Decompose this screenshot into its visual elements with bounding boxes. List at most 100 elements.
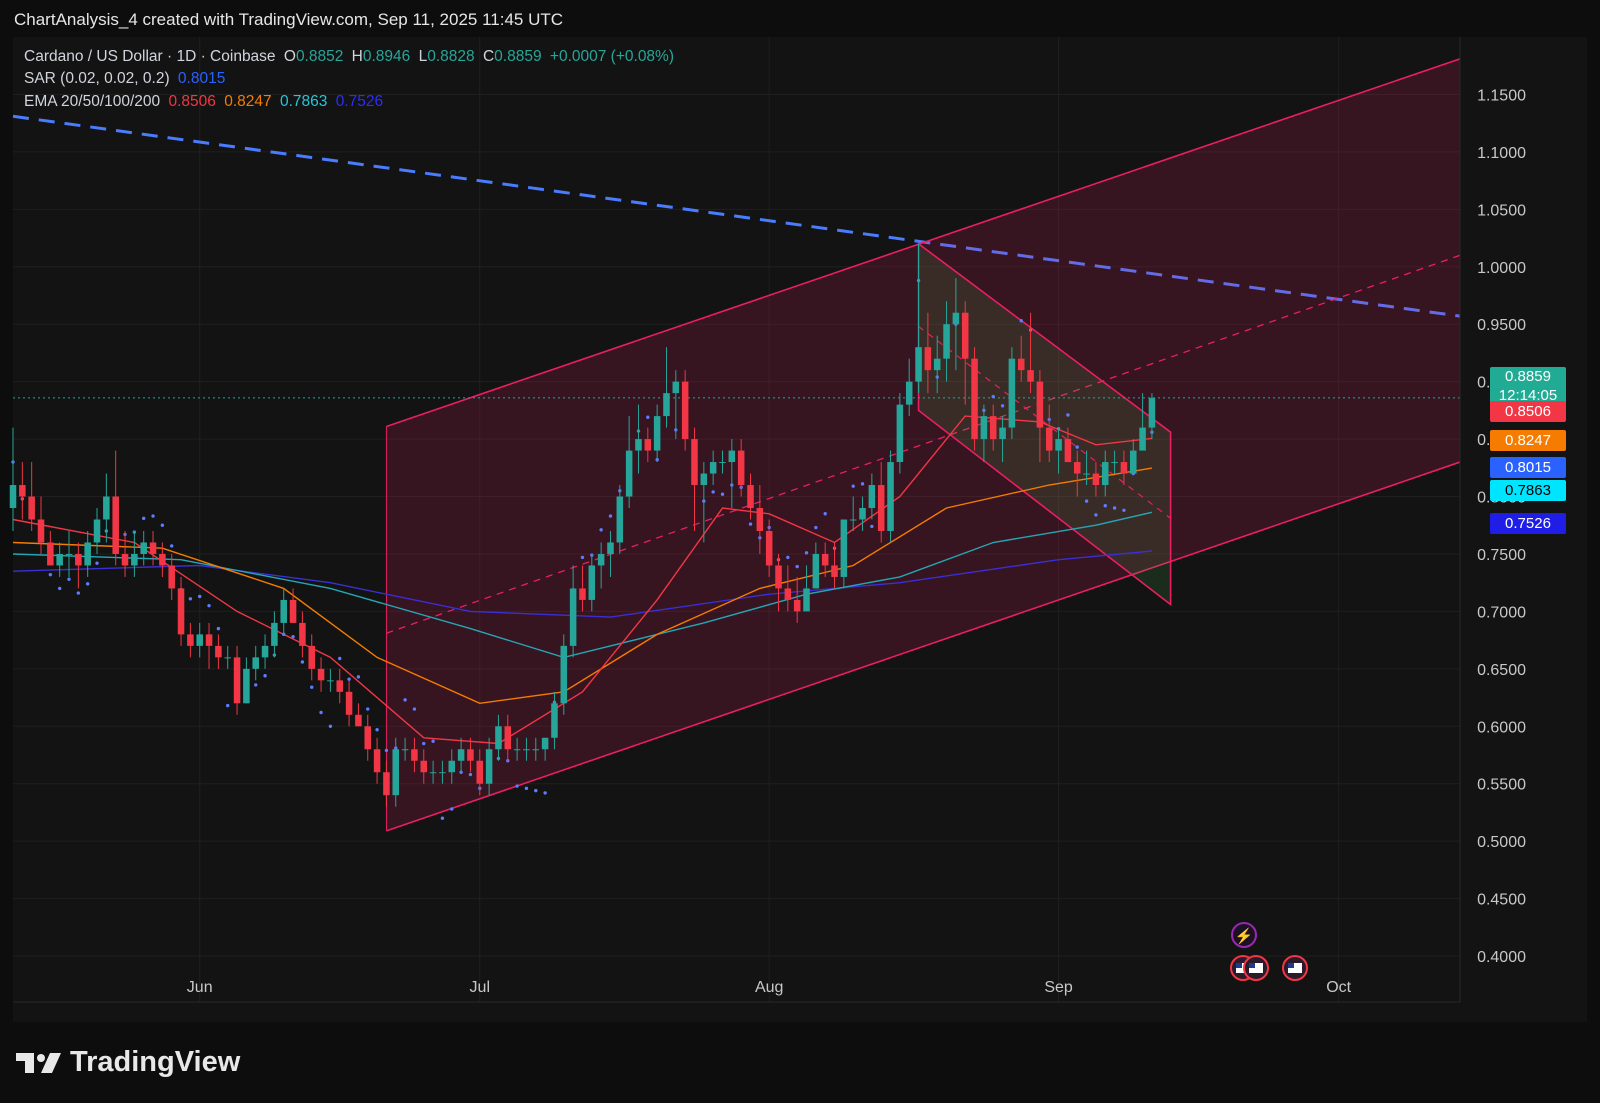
- candle-body: [448, 760, 456, 773]
- y-tick-label: 1.1500: [1477, 87, 1526, 104]
- sar-dot: [141, 516, 146, 521]
- sar-dot: [599, 528, 603, 532]
- y-tick-label: 0.5500: [1477, 777, 1526, 794]
- candle-body: [831, 565, 838, 577]
- x-tick-label: Jul: [470, 979, 490, 996]
- candle-body: [131, 553, 138, 566]
- sar-dot: [450, 807, 454, 811]
- candle-body: [728, 450, 736, 463]
- sar-dot: [748, 522, 753, 526]
- candle-body: [9, 485, 17, 509]
- candle-body: [700, 473, 708, 486]
- candle-body: [943, 324, 950, 359]
- sar-dot: [1075, 445, 1079, 449]
- candle-body: [336, 680, 344, 692]
- candle-body: [1027, 370, 1034, 382]
- x-tick-label: Jun: [187, 979, 213, 996]
- candle-body: [467, 749, 474, 761]
- candle-body: [887, 462, 894, 531]
- candle-body: [364, 726, 372, 750]
- candle-body: [383, 772, 390, 796]
- sar-dot: [711, 490, 715, 494]
- candle-body: [681, 381, 689, 440]
- legend-ema100: 0.7863: [279, 93, 328, 110]
- candle-body: [84, 542, 91, 566]
- x-tick-label: Sep: [1044, 979, 1073, 996]
- sar-dot: [291, 634, 295, 639]
- candle-body: [523, 749, 530, 751]
- sar-dot: [403, 698, 407, 702]
- sar-dot: [338, 656, 342, 661]
- candle-body: [541, 737, 549, 750]
- sar-dot: [795, 564, 799, 569]
- legend-open: 0.8852: [295, 48, 344, 65]
- candle-body: [93, 519, 101, 543]
- candle-body: [1083, 473, 1090, 475]
- candle-body: [915, 347, 922, 382]
- sar-dot: [76, 591, 81, 595]
- sar-badge: 0.8015: [1490, 457, 1566, 478]
- ascending-channel-fill: [386, 58, 1461, 831]
- sar-dot: [580, 555, 585, 560]
- candle-body: [19, 485, 26, 497]
- legend-ema-row[interactable]: EMA 20/50/100/200 0.8506 0.8247 0.7863 0…: [24, 93, 387, 111]
- candle-body: [597, 553, 605, 566]
- candle-body: [877, 485, 885, 531]
- sar-dot: [160, 523, 165, 527]
- sar-dot: [170, 544, 174, 548]
- candle-body: [280, 599, 287, 623]
- candle-body: [56, 553, 63, 566]
- sar-dot: [310, 685, 314, 689]
- sar-dot: [151, 514, 155, 518]
- candle-body: [373, 749, 381, 773]
- candle-body: [607, 542, 614, 554]
- candle-body: [1101, 462, 1109, 486]
- sar-dot: [870, 524, 874, 529]
- candle-body: [215, 645, 222, 658]
- candle-body: [429, 772, 437, 774]
- candle-body: [196, 634, 203, 646]
- candle-body: [392, 749, 400, 796]
- candle-body: [663, 393, 670, 417]
- sar-dot: [1084, 499, 1089, 503]
- y-tick-label: 0.5000: [1477, 834, 1526, 851]
- candle-body: [103, 496, 110, 520]
- legend-sar-row[interactable]: SAR (0.02, 0.02, 0.2) 0.8015: [24, 70, 229, 88]
- y-tick-label: 0.4000: [1477, 949, 1526, 966]
- legend-ema-label[interactable]: EMA 20/50/100/200: [24, 93, 160, 110]
- sar-dot: [375, 728, 379, 732]
- candle-body: [112, 496, 119, 554]
- y-tick-label: 1.0000: [1477, 260, 1526, 277]
- tradingview-logo[interactable]: TradingView: [16, 1046, 240, 1079]
- candle-body: [1008, 358, 1016, 428]
- candle-body: [420, 760, 428, 773]
- legend-symbol[interactable]: Cardano / US Dollar · 1D · Coinbase: [24, 48, 276, 65]
- candle-body: [1036, 381, 1044, 428]
- candle-body: [168, 565, 175, 589]
- candle-body: [1064, 439, 1072, 463]
- candle-body: [905, 381, 913, 405]
- candle-body: [784, 588, 792, 600]
- sar-dot: [254, 683, 258, 687]
- candle-body: [560, 645, 568, 704]
- legend-ema20: 0.8506: [168, 93, 216, 110]
- tradingview-logo-icon: [16, 1052, 61, 1073]
- candle-body: [1092, 473, 1100, 486]
- candle-body: [775, 565, 782, 589]
- legend-sar-label[interactable]: SAR (0.02, 0.02, 0.2): [24, 70, 170, 87]
- candle-body: [327, 680, 334, 682]
- legend-symbol-row[interactable]: Cardano / US Dollar · 1D · Coinbase O0.8…: [24, 48, 678, 66]
- candle-body: [709, 462, 717, 474]
- candle-body: [812, 553, 820, 589]
- legend-ema50: 0.8247: [224, 93, 272, 110]
- candle-body: [868, 485, 876, 509]
- candle-body: [896, 404, 904, 463]
- sar-dot: [786, 555, 790, 560]
- sar-dot: [384, 748, 389, 753]
- sar-dot: [543, 791, 547, 795]
- sar-dot: [608, 514, 613, 518]
- candle-body: [289, 599, 297, 623]
- candle-body: [765, 530, 773, 566]
- candle-body: [28, 496, 35, 520]
- candle-body: [1120, 462, 1128, 474]
